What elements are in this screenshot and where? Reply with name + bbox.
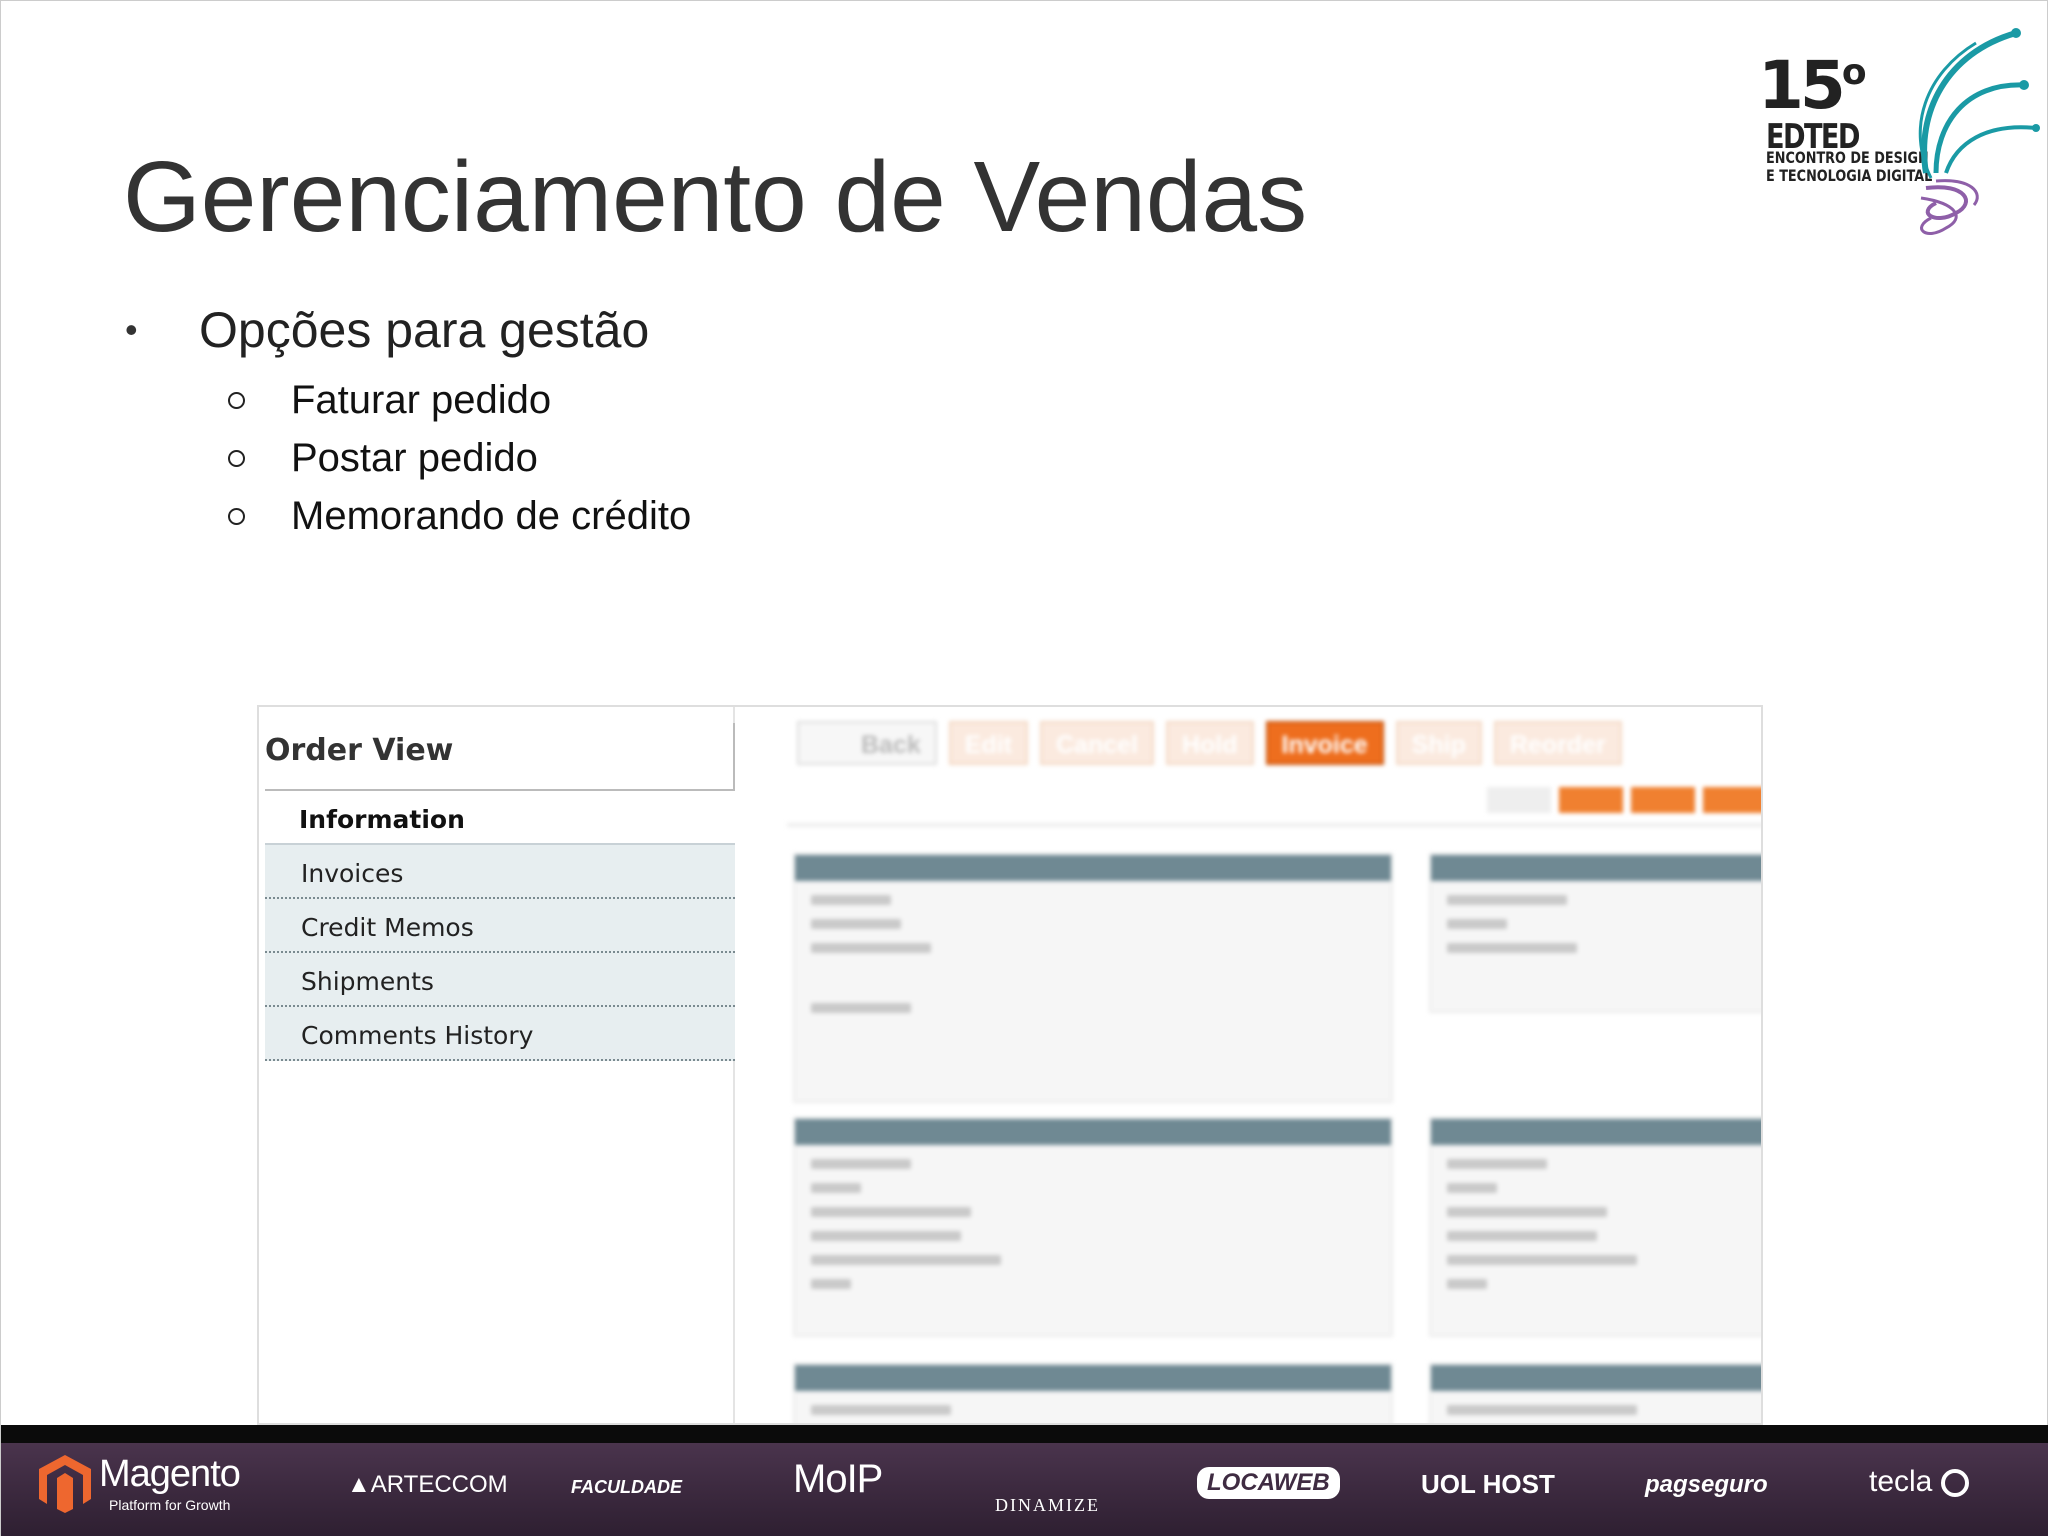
box-header xyxy=(795,1365,1391,1391)
circle-bullet-icon xyxy=(228,449,245,467)
billing-address-box xyxy=(793,1117,1393,1337)
order-view-sidebar: Order View Information Invoices Credit M… xyxy=(259,707,735,1423)
shipping-info-box xyxy=(1429,1363,1761,1423)
sub-bullet-list: Faturar pedido Postar pedido Memorando d… xyxy=(226,371,691,545)
sponsor-uolhost: UOL HOST xyxy=(1421,1469,1555,1499)
order-view-title: Order View xyxy=(265,723,735,791)
bullet-dot-icon: • xyxy=(125,309,138,350)
box-header xyxy=(795,1119,1391,1145)
sponsor-pagseguro: pagseguro xyxy=(1645,1471,1768,1498)
sub-bullet-item: Faturar pedido xyxy=(226,371,691,429)
tab-credit-memos[interactable]: Credit Memos xyxy=(265,899,735,953)
box-header xyxy=(1431,1119,1761,1145)
sponsor-dinamize: DINAMIZE xyxy=(995,1495,1100,1515)
page-title: Gerenciamento de Vendas xyxy=(123,141,1308,253)
sponsor-faculdade: FACULDADE xyxy=(571,1477,682,1497)
hold-button[interactable]: Hold xyxy=(1165,721,1254,765)
sponsor-logos: Magento Platform for Growth ▲ARTECCOM FA… xyxy=(1,1443,2048,1536)
shipping-address-box xyxy=(1429,1117,1761,1337)
sub-bullet-text: Faturar pedido xyxy=(291,377,552,422)
box-header xyxy=(1431,855,1761,881)
account-info-box xyxy=(1429,853,1761,1013)
tab-shipments[interactable]: Shipments xyxy=(265,953,735,1007)
tab-information[interactable]: Information xyxy=(265,791,735,845)
sub-bullet-text: Postar pedido xyxy=(291,435,538,480)
mini-button-row xyxy=(1487,787,1761,813)
sponsor-magento-tagline: Platform for Growth xyxy=(109,1497,231,1513)
sponsor-moip: MoIP xyxy=(793,1457,883,1501)
sub-bullet-item: Postar pedido xyxy=(226,429,691,487)
circle-bullet-icon xyxy=(228,507,245,525)
cancel-button[interactable]: Cancel xyxy=(1039,721,1154,765)
edit-button[interactable]: Edit xyxy=(948,721,1028,765)
mini-cancel-button[interactable] xyxy=(1631,787,1695,813)
sponsor-tecla: tecla xyxy=(1869,1465,1969,1499)
tab-invoices[interactable]: Invoices xyxy=(265,845,735,899)
slide: 15o EDTED ENCONTRO DE DESIGN E TECNOLOGI… xyxy=(0,0,2048,1536)
order-view-screenshot: Order View Information Invoices Credit M… xyxy=(257,705,1763,1425)
circle-bullet-icon xyxy=(228,391,245,409)
action-button-row: Back Edit Cancel Hold Invoice Ship Reord… xyxy=(797,721,1622,765)
logo-number: 15o xyxy=(1758,47,1867,124)
tab-comments-history[interactable]: Comments History xyxy=(265,1007,735,1061)
arteccom-a-icon: ▲ xyxy=(347,1471,371,1498)
magento-logo-icon xyxy=(39,1455,91,1513)
mini-hold-button[interactable] xyxy=(1703,787,1761,813)
power-icon xyxy=(1940,1469,1969,1498)
sponsor-arteccom: ▲ARTECCOM xyxy=(347,1471,508,1498)
bullet-item: • Opções para gestão xyxy=(125,301,649,359)
sub-bullet-item: Memorando de crédito xyxy=(226,487,691,545)
box-header xyxy=(795,855,1391,881)
bullet-text: Opções para gestão xyxy=(199,302,650,358)
ship-button[interactable]: Ship xyxy=(1395,721,1482,765)
sub-bullet-text: Memorando de crédito xyxy=(291,493,692,538)
mini-back-button[interactable] xyxy=(1487,787,1551,813)
logo-swirl-icon xyxy=(1918,28,2040,235)
order-details-panel: Back Edit Cancel Hold Invoice Ship Reord… xyxy=(737,707,1761,1423)
sponsor-magento: Magento xyxy=(99,1453,241,1495)
reorder-button[interactable]: Reorder xyxy=(1493,721,1622,765)
tab-list: Invoices Credit Memos Shipments Comments… xyxy=(265,845,735,1061)
invoice-button[interactable]: Invoice xyxy=(1265,721,1384,765)
sponsor-locaweb: LOCAWEB xyxy=(1197,1467,1340,1499)
payment-info-box xyxy=(793,1363,1393,1423)
box-header xyxy=(1431,1365,1761,1391)
edted-logo: 15o EDTED ENCONTRO DE DESIGN E TECNOLOGI… xyxy=(1746,13,2046,243)
mini-edit-button[interactable] xyxy=(1559,787,1623,813)
back-button[interactable]: Back xyxy=(797,721,937,765)
order-header-bar xyxy=(787,787,1761,827)
order-info-box xyxy=(793,853,1393,1103)
